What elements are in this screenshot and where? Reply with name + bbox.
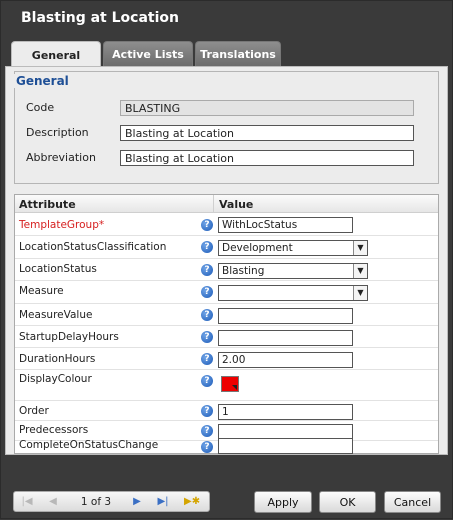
help-icon[interactable]: ? (201, 264, 213, 276)
help-icon[interactable]: ? (201, 441, 213, 453)
table-row: MeasureValue ? (15, 304, 438, 326)
help-icon[interactable]: ? (201, 241, 213, 253)
abbreviation-label: Abbreviation (26, 151, 96, 164)
completeonstatuschange-input[interactable] (218, 438, 353, 454)
row-label-completeonstatuschange: CompleteOnStatusChange (19, 439, 159, 451)
table-row: LocationStatus ? Blasting ▼ (15, 259, 438, 281)
row-label-locationstatus: LocationStatus (19, 263, 97, 275)
abbreviation-field[interactable]: Blasting at Location (120, 150, 414, 166)
tab-general[interactable]: General (11, 41, 101, 68)
measurevalue-input[interactable] (218, 308, 353, 324)
page-count: 1 of 3 (80, 496, 112, 508)
bottom-bar: |◀ ◀ 1 of 3 ▶ ▶| ▶✱ Apply OK Cancel (1, 481, 453, 520)
help-icon[interactable]: ? (201, 286, 213, 298)
attribute-grid: Attribute Value TemplateGroup* ? WithLoc… (14, 194, 439, 454)
table-row: CompleteOnStatusChange ? (15, 438, 438, 454)
row-label-locationstatusclassification: LocationStatusClassification (19, 241, 167, 253)
table-row: TemplateGroup* ? WithLocStatus (15, 214, 438, 236)
chevron-down-icon[interactable]: ▼ (353, 286, 367, 300)
help-icon[interactable]: ? (201, 353, 213, 365)
row-label-templategroup: TemplateGroup* (19, 219, 105, 231)
general-legend: General (14, 74, 71, 88)
table-row: DurationHours ? 2.00 (15, 348, 438, 370)
next-page-icon[interactable]: ▶ (130, 495, 144, 509)
measure-select[interactable]: ▼ (218, 285, 368, 301)
row-label-measure: Measure (19, 285, 64, 297)
new-record-icon[interactable]: ▶✱ (184, 495, 200, 509)
durationhours-input[interactable]: 2.00 (218, 352, 353, 368)
row-label-order: Order (19, 405, 49, 417)
chevron-down-icon[interactable]: ▼ (353, 264, 367, 278)
row-label-measurevalue: MeasureValue (19, 309, 93, 321)
row-label-predecessors: Predecessors (19, 424, 89, 436)
cancel-button[interactable]: Cancel (384, 491, 441, 513)
help-icon[interactable]: ? (201, 425, 213, 437)
ok-button[interactable]: OK (319, 491, 376, 513)
first-page-icon[interactable]: |◀ (20, 495, 34, 509)
code-field: BLASTING (120, 100, 414, 116)
order-input[interactable]: 1 (218, 404, 353, 420)
previous-page-icon[interactable]: ◀ (46, 495, 60, 509)
help-icon[interactable]: ? (201, 219, 213, 231)
value-column-header: Value (219, 198, 254, 211)
tab-active-lists[interactable]: Active Lists (103, 41, 193, 67)
row-label-durationhours: DurationHours (19, 353, 96, 365)
row-label-startupdelayhours: StartupDelayHours (19, 331, 119, 343)
row-label-displaycolour: DisplayColour (19, 373, 92, 385)
locationstatus-select[interactable]: Blasting ▼ (218, 263, 368, 279)
locationstatus-value: Blasting (222, 265, 265, 277)
table-row: Measure ? ▼ (15, 281, 438, 304)
header-divider (213, 195, 214, 213)
templategroup-input[interactable]: WithLocStatus (218, 217, 353, 233)
window-title: Blasting at Location (21, 10, 179, 26)
help-icon[interactable]: ? (201, 375, 213, 387)
pager: |◀ ◀ 1 of 3 ▶ ▶| ▶✱ (13, 491, 210, 512)
table-row: StartupDelayHours ? (15, 326, 438, 348)
locationstatusclassification-select[interactable]: Development ▼ (218, 240, 368, 256)
description-label: Description (26, 126, 89, 139)
help-icon[interactable]: ? (201, 405, 213, 417)
startupdelayhours-input[interactable] (218, 330, 353, 346)
last-page-icon[interactable]: ▶| (156, 495, 170, 509)
color-dropdown-icon (232, 385, 237, 390)
apply-button[interactable]: Apply (254, 491, 312, 513)
table-row: LocationStatusClassification ? Developme… (15, 236, 438, 259)
help-icon[interactable]: ? (201, 331, 213, 343)
chevron-down-icon[interactable]: ▼ (353, 241, 367, 255)
description-field[interactable]: Blasting at Location (120, 125, 414, 141)
attribute-column-header: Attribute (19, 198, 76, 211)
help-icon[interactable]: ? (201, 309, 213, 321)
displaycolour-swatch[interactable] (221, 376, 239, 392)
code-label: Code (26, 101, 55, 114)
tab-translations[interactable]: Translations (195, 41, 281, 67)
grid-header: Attribute Value (15, 195, 438, 213)
locationstatusclassification-value: Development (222, 242, 293, 254)
general-panel: General Code BLASTING Description Blasti… (5, 66, 448, 455)
table-row: DisplayColour ? (15, 370, 438, 401)
dialog-window: Blasting at Location General Active List… (0, 0, 453, 519)
table-row: Order ? 1 (15, 401, 438, 421)
